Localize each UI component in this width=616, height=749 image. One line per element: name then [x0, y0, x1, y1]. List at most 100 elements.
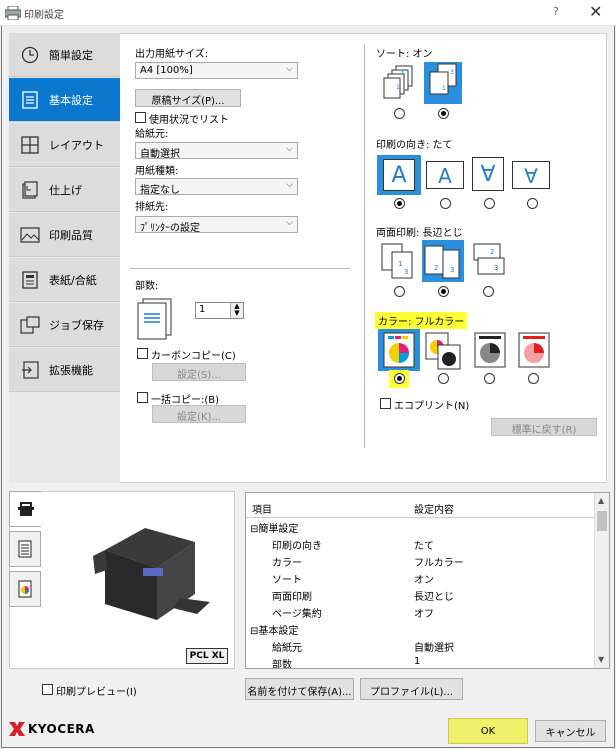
table-row: 給紙元 — [272, 643, 302, 654]
scrollbar-thumb[interactable] — [597, 511, 607, 531]
title-bar: 印刷設定 ? ✕ — [0, 0, 616, 26]
printer-image — [93, 528, 210, 620]
summary-scrollbar[interactable]: ▲ ▼ — [594, 493, 609, 668]
sidebar-item-finishing[interactable]: 仕上げ — [9, 168, 120, 212]
color-single-button[interactable] — [514, 329, 554, 371]
duplex-short-edge-radio[interactable] — [483, 286, 494, 297]
kyocera-mark-icon — [9, 722, 25, 736]
duplex-long-edge-button[interactable]: 23 — [422, 240, 464, 282]
profile-button[interactable]: プロファイル(L)... — [360, 678, 463, 700]
output-dest-label: 排紙先: — [135, 202, 169, 213]
carbon-copy-checkbox[interactable] — [137, 348, 148, 359]
sidebar-item-print-quality[interactable]: 印刷品質 — [9, 213, 120, 257]
duplex-long-edge-radio[interactable] — [438, 286, 449, 297]
table-row: ⊟基本設定 — [250, 626, 299, 637]
color-auto-radio[interactable] — [438, 373, 449, 384]
sidebar-item-layout[interactable]: レイアウト — [9, 123, 120, 167]
cover-icon — [19, 269, 41, 291]
chevron-down-icon: ⌵ — [286, 180, 293, 190]
color-auto-icon — [425, 332, 461, 370]
sidebar-item-extension[interactable]: 拡張機能 — [9, 348, 120, 392]
cancel-button[interactable]: キャンセル — [535, 720, 606, 742]
svg-text:1: 1 — [442, 85, 446, 92]
use-status-checkbox[interactable] — [135, 112, 146, 123]
orientation-landscape-rotated-radio[interactable] — [527, 198, 538, 209]
printer-tab-icon — [17, 502, 34, 516]
sidebar-item-quick-settings[interactable]: 簡単設定 — [9, 33, 120, 77]
paper-source-select[interactable]: 自動選択 ⌵ — [135, 142, 298, 160]
carbon-settings-button[interactable]: 設定(S)... — [152, 363, 246, 381]
orientation-landscape-radio[interactable] — [440, 198, 451, 209]
use-status-label: 使用状況でリスト — [149, 115, 229, 126]
print-preview-checkbox[interactable] — [42, 684, 53, 695]
duplex-long-edge-icon: 23 — [424, 245, 460, 279]
original-size-button[interactable]: 原稿サイズ(P)... — [135, 89, 241, 107]
sidebar-item-cover[interactable]: 表紙/合紙 — [9, 258, 120, 302]
chevron-up-icon[interactable]: ▲ — [598, 496, 604, 505]
sort-on-icon: 31 — [429, 63, 457, 95]
orientation-portrait-radio[interactable] — [394, 198, 405, 209]
summary-header-value: 設定内容 — [414, 505, 454, 516]
batch-settings-button[interactable]: 設定(K)... — [152, 405, 246, 423]
sort-off-button[interactable]: 31 — [380, 62, 418, 104]
color-full-button[interactable] — [378, 329, 420, 371]
orientation-landscape-rotated-button[interactable]: ∀ — [512, 157, 552, 193]
restore-defaults-button[interactable]: 標準に戻す(R) — [491, 418, 597, 436]
header-divider — [246, 517, 595, 518]
duplex-off-radio[interactable] — [394, 286, 405, 297]
copies-spinner[interactable]: ▲ ▼ — [230, 303, 243, 318]
output-dest-select[interactable]: ﾌﾟﾘﾝﾀｰの設定 ⌵ — [135, 216, 298, 234]
color-auto-button[interactable] — [422, 329, 464, 371]
table-cell: オフ — [414, 609, 434, 620]
table-row: ⊟簡単設定 — [250, 524, 299, 535]
printer-icon — [5, 6, 21, 20]
summary-header-item: 項目 — [252, 505, 272, 516]
save-as-button[interactable]: 名前を付けて保存(A)... — [245, 678, 354, 700]
tab-printer-preview[interactable] — [9, 491, 41, 527]
paper-type-select[interactable]: 指定なし ⌵ — [135, 178, 298, 196]
table-row: 両面印刷 — [272, 592, 312, 603]
svg-text:1: 1 — [398, 260, 402, 268]
sort-on-radio[interactable] — [438, 108, 449, 119]
duplex-off-button[interactable]: 31 — [378, 240, 420, 282]
chevron-down-icon: ⌵ — [286, 218, 293, 228]
ok-button[interactable]: OK — [448, 718, 528, 744]
duplex-off-icon: 31 — [381, 243, 413, 279]
chevron-down-icon[interactable]: ▼ — [598, 655, 604, 664]
sidebar-item-basic[interactable]: 基本設定 — [9, 78, 120, 122]
sidebar-item-label: 仕上げ — [49, 183, 82, 197]
chevron-down-icon: ⌵ — [286, 144, 293, 154]
sidebar-item-job-storage[interactable]: ジョブ保存 — [9, 303, 120, 347]
orientation-portrait-rotated-glyph: ∀ — [472, 157, 504, 191]
carbon-copy-label: カーボンコピー(C) — [151, 351, 236, 362]
orientation-portrait-rotated-radio[interactable] — [484, 198, 495, 209]
output-size-select[interactable]: A4 [100%] ⌵ — [135, 62, 298, 79]
clock-icon — [19, 44, 41, 66]
duplex-short-edge-icon: 23 — [473, 243, 505, 275]
color-full-radio[interactable] — [394, 373, 405, 384]
color-single-radio[interactable] — [528, 373, 539, 384]
color-monochrome-button[interactable] — [470, 329, 510, 371]
table-row: カラー — [272, 558, 302, 569]
orientation-landscape-rotated-glyph: ∀ — [512, 161, 550, 189]
duplex-short-edge-button[interactable]: 23 — [468, 240, 510, 282]
close-button[interactable]: ✕ — [589, 2, 602, 21]
orientation-portrait-button[interactable]: A — [377, 155, 421, 195]
help-button[interactable]: ? — [553, 5, 559, 18]
settings-summary-list[interactable]: 項目 設定内容 ⊟簡単設定 印刷の向き たて カラー フルカラー ソート オン … — [245, 492, 610, 669]
sort-on-button[interactable]: 31 — [424, 62, 462, 104]
color-monochrome-radio[interactable] — [484, 373, 495, 384]
orientation-landscape-button[interactable]: A — [426, 157, 466, 193]
table-row: ページ集約 — [272, 609, 322, 620]
sidebar-item-label: 表紙/合紙 — [49, 273, 97, 287]
eco-print-checkbox[interactable] — [380, 398, 391, 409]
tab-color-preview[interactable] — [9, 571, 41, 607]
batch-copy-checkbox[interactable] — [137, 392, 148, 403]
kyocera-logo: KYOCERA — [9, 722, 95, 736]
tab-page-preview[interactable] — [9, 531, 41, 567]
orientation-portrait-glyph: A — [383, 159, 415, 191]
orientation-portrait-rotated-button[interactable]: ∀ — [470, 155, 506, 195]
image-icon — [19, 224, 41, 246]
sort-off-radio[interactable] — [394, 108, 405, 119]
divider — [130, 268, 350, 269]
